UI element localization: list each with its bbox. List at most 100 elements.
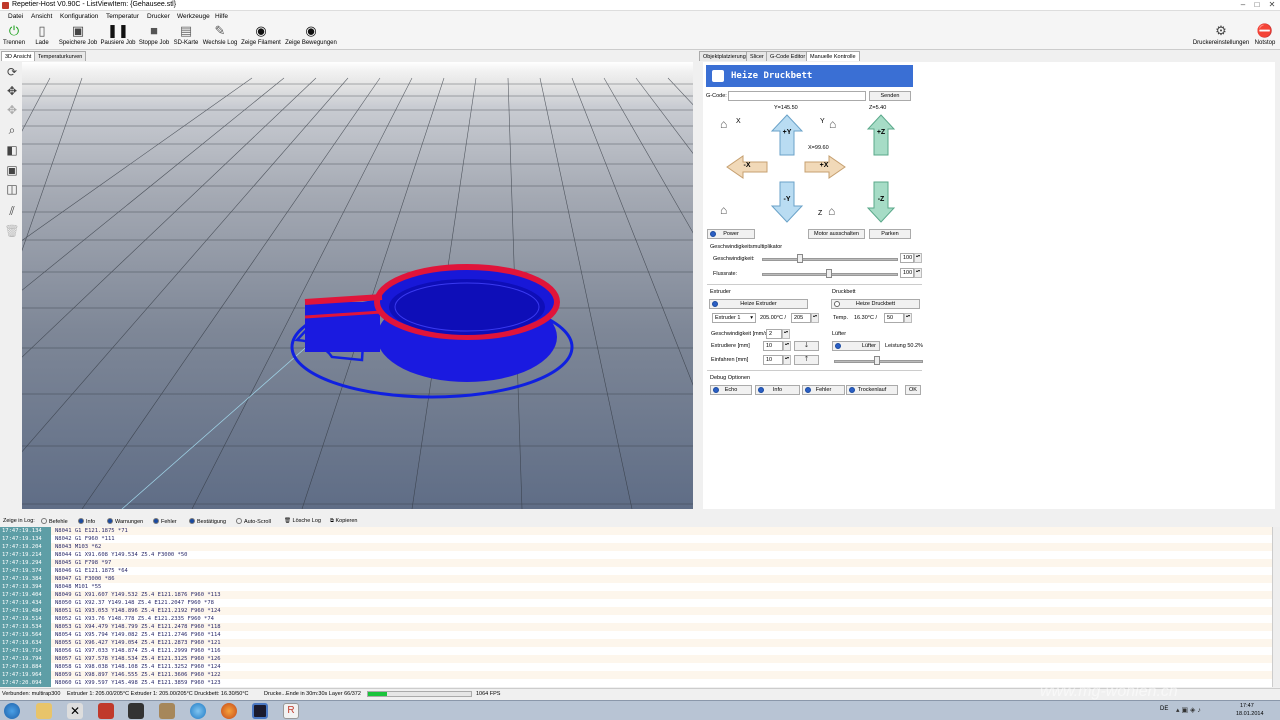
menu-datei[interactable]: Datei	[8, 13, 23, 20]
tab-manual-control[interactable]: Manuelle Kontrolle	[806, 51, 860, 61]
log-row: 17:47:19.484 N8051 G1 X93.053 Y148.896 Z5…	[0, 607, 1272, 615]
ok-button[interactable]: OK	[905, 385, 921, 395]
log-filter-info[interactable]: Info	[78, 518, 95, 525]
home-z-icon[interactable]: ⌂	[828, 205, 842, 217]
load-button[interactable]: ▯ Lade	[32, 24, 52, 47]
printer-settings-button[interactable]: ⚙ Druckereinstellungen	[1192, 24, 1250, 47]
save-job-button[interactable]: ▣ Speichere Job	[58, 24, 98, 47]
log-scrollbar[interactable]	[1272, 527, 1280, 687]
move-object-icon[interactable]: ✥	[4, 102, 20, 118]
maximize-button[interactable]: □	[1250, 0, 1264, 10]
copy-log-button[interactable]: ⧉ Kopieren	[330, 518, 358, 525]
flow-slider-thumb[interactable]	[826, 269, 832, 278]
zoom-icon[interactable]: ⌕	[4, 122, 20, 138]
menu-hilfe[interactable]: Hilfe	[215, 13, 228, 20]
app-icon[interactable]	[252, 703, 268, 719]
menu-ansicht[interactable]: Ansicht	[31, 13, 52, 20]
pause-job-button[interactable]: ❚❚ Pausiere Job	[100, 24, 136, 47]
debug-error-button[interactable]: Fehler	[802, 385, 845, 395]
fan-slider-thumb[interactable]	[874, 356, 880, 365]
disconnect-button[interactable]: ⏻ Trennen	[2, 24, 26, 47]
sd-card-button[interactable]: ▤ SD-Karte	[172, 24, 200, 47]
show-moves-button[interactable]: ◉ Zeige Bewegungen	[284, 24, 338, 47]
power-button[interactable]: Power	[707, 229, 755, 239]
front-view-icon[interactable]: ▣	[4, 162, 20, 178]
bed-target-input[interactable]: 50	[884, 313, 904, 323]
close-button[interactable]: ✕	[1265, 0, 1279, 10]
fan-button[interactable]: Lüfter	[832, 341, 880, 351]
home-all-icon[interactable]: ⌂	[720, 204, 734, 216]
arrow-down-icon: 🡓	[804, 342, 809, 349]
tray-icons[interactable]: ▴ ▣ ◈ ♪	[1176, 706, 1201, 714]
retract-button[interactable]: 🡑	[794, 355, 819, 365]
parallel-projection-icon[interactable]: ⫽	[4, 203, 20, 219]
menu-konfiguration[interactable]: Konfiguration	[60, 13, 98, 20]
tab-3d-view[interactable]: 3D Ansicht	[1, 51, 36, 61]
acrobat-icon[interactable]	[98, 703, 114, 719]
app-icon[interactable]	[128, 703, 144, 719]
motor-off-button[interactable]: Motor ausschalten	[808, 229, 865, 239]
heat-extruder-button[interactable]: Heize Extruder	[709, 299, 808, 309]
flow-spinner[interactable]: ▴▾	[914, 268, 922, 278]
speed-value-input[interactable]: 100	[900, 253, 914, 263]
stop-job-button[interactable]: ■ Stoppe Job	[138, 24, 170, 47]
firefox-icon[interactable]	[221, 703, 237, 719]
tab-temperature-curves[interactable]: Temperaturkurven	[34, 51, 87, 61]
x-app-icon[interactable]: ✕	[67, 703, 83, 719]
log-filter-errors[interactable]: Fehler	[153, 518, 177, 525]
top-view-icon[interactable]: ◫	[4, 181, 20, 197]
extruder-target-spinner[interactable]: ▴▾	[811, 313, 819, 323]
home-x-icon[interactable]: ⌂	[720, 118, 734, 130]
tab-slicer[interactable]: Slicer	[746, 51, 768, 61]
show-filament-button[interactable]: ◉ Zeige Filament	[240, 24, 282, 47]
isometric-view-icon[interactable]: ◧	[4, 142, 20, 158]
debug-dry-run-button[interactable]: Trockenlauf	[846, 385, 898, 395]
extruder-select[interactable]: Extruder 1 ▾	[712, 313, 756, 323]
send-button[interactable]: Senden	[869, 91, 911, 101]
menu-temperatur[interactable]: Temperatur	[106, 13, 139, 20]
speed-spinner[interactable]: ▴▾	[914, 253, 922, 263]
speed-slider-thumb[interactable]	[797, 254, 803, 263]
language-indicator[interactable]: DE	[1160, 706, 1168, 712]
log-auto-scroll[interactable]: Auto-Scroll	[236, 518, 271, 525]
clear-log-button[interactable]: 🗑 Lösche Log	[284, 518, 321, 524]
extrude-input[interactable]: 10	[763, 341, 783, 351]
explorer-icon[interactable]	[36, 703, 52, 719]
start-icon[interactable]	[4, 703, 20, 719]
browser-icon[interactable]	[190, 703, 206, 719]
repetier-icon[interactable]: R	[283, 703, 299, 719]
tab-gcode-editor[interactable]: G-Code Editor	[766, 51, 810, 61]
retract-input[interactable]: 10	[763, 355, 783, 365]
3d-view[interactable]	[22, 62, 693, 509]
extruder-target-input[interactable]: 205	[791, 313, 811, 323]
heat-bed-button[interactable]: Heize Druckbett	[831, 299, 920, 309]
flow-value-input[interactable]: 100	[900, 268, 914, 278]
debug-info-button[interactable]: Info	[755, 385, 800, 395]
app-icon[interactable]	[159, 703, 175, 719]
speed-mm-spinner[interactable]: ▴▾	[782, 329, 790, 339]
log-filter-acks[interactable]: Bestätigung	[189, 518, 226, 525]
move-icon[interactable]: ✥	[4, 83, 20, 99]
log-filter-commands[interactable]: Befehle	[41, 518, 68, 525]
rotate-icon[interactable]: ⟳	[4, 64, 20, 80]
minimize-button[interactable]: –	[1236, 0, 1250, 10]
gcode-input[interactable]	[728, 91, 866, 101]
extrude-button[interactable]: 🡓	[794, 341, 819, 351]
log-filter-warnings[interactable]: Warnungen	[107, 518, 143, 525]
extrude-spinner[interactable]: ▴▾	[783, 341, 791, 351]
bed-target-spinner[interactable]: ▴▾	[904, 313, 912, 323]
log-row: 17:47:19.634 N8055 G1 X96.427 Y149.054 Z5…	[0, 639, 1272, 647]
speed-slider[interactable]	[762, 258, 898, 261]
emergency-stop-button[interactable]: ⛔ Notstop	[1252, 24, 1278, 47]
speed-mm-input[interactable]: 2	[766, 329, 782, 339]
tab-object-placement[interactable]: Objektplatzierung	[699, 51, 750, 61]
switch-log-button[interactable]: ✎ Wechsle Log	[202, 24, 238, 47]
park-button[interactable]: Parken	[869, 229, 911, 239]
menu-werkzeuge[interactable]: Werkzeuge	[177, 13, 210, 20]
debug-echo-button[interactable]: Echo	[710, 385, 752, 395]
retract-spinner[interactable]: ▴▾	[783, 355, 791, 365]
trash-icon[interactable]: 🗑	[4, 223, 20, 239]
log-list[interactable]: 17:47:19.134 N8041 G1 E121.1875 *71 17:47…	[0, 527, 1272, 687]
menu-drucker[interactable]: Drucker	[147, 13, 170, 20]
home-y-icon[interactable]: ⌂	[829, 118, 843, 130]
